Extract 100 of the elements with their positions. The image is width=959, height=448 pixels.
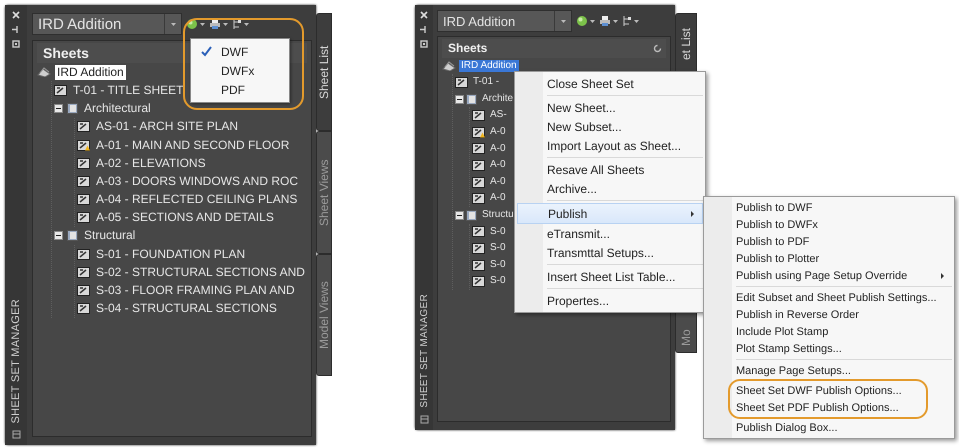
tree-item[interactable]: S-0 [488,242,508,255]
plot-button[interactable] [209,18,228,30]
tree-item[interactable]: Structural [82,228,138,244]
settings-icon[interactable] [12,40,20,48]
close-icon[interactable] [420,11,428,19]
sheet-icon [77,248,90,260]
refresh-icon[interactable] [653,44,662,53]
collapse-icon[interactable] [455,94,464,104]
menu-item[interactable]: Archive... [517,179,703,198]
tree-item[interactable]: A-05 - SECTIONS AND DETAILS [94,210,276,226]
tree-item[interactable]: A-0 [488,126,508,139]
menu-item[interactable]: DWFx [191,61,289,80]
menu-item[interactable]: Publish Dialog Box... [706,419,952,436]
tree-item[interactable]: S-0 [488,258,508,272]
menu-item[interactable]: New Subset... [517,117,703,136]
sheet-warning-icon [472,126,485,138]
menu-item[interactable]: Close Sheet Set [517,74,703,93]
tree-item[interactable]: Architectural [82,101,153,116]
tree-item[interactable]: A-0 [488,176,508,188]
manager-icon [12,430,20,439]
close-icon[interactable] [12,11,20,19]
tree-item[interactable]: AS-01 - ARCH SITE PLAN [94,119,240,134]
sheet-icon [472,276,485,288]
checkmark-icon [200,46,212,57]
menu-item[interactable]: Publish to DWFx [706,216,952,233]
sheet-icon [77,121,90,132]
side-tab[interactable]: Sheet List [316,13,332,131]
tree-item[interactable]: A-03 - DOORS WINDOWS AND ROC [94,174,300,189]
menu-item[interactable]: Insert Sheet List Table... [517,267,703,286]
menu-item[interactable]: PDF [191,80,289,99]
menu-item[interactable]: Sheet Set PDF Publish Options... [730,399,926,416]
tree-item[interactable]: Archite [480,92,516,106]
tree-item[interactable]: Structu [480,208,516,222]
globe-icon [576,15,588,27]
tree-item[interactable]: A-0 [488,142,508,156]
globe-icon [186,18,198,30]
settings-icon[interactable] [420,40,428,48]
tree-item[interactable]: S-02 - STRUCTURAL SECTIONS AND [94,264,307,280]
caret-icon [590,20,595,22]
tree-item[interactable]: AS- [488,109,509,122]
sheet-icon [472,260,485,271]
menu-item[interactable]: Include Plot Stamp [706,323,952,340]
menu-item[interactable]: Import Layout as Sheet... [517,136,703,155]
tree-item[interactable]: A-0 [488,159,508,172]
caret-icon [613,20,618,22]
tree-item[interactable]: S-0 [488,226,508,238]
menu-item[interactable]: Manage Page Setups... [706,362,952,379]
publish-format-button[interactable] [576,15,595,27]
menu-item[interactable]: Sheet Set DWF Publish Options... [730,382,926,399]
tree-item[interactable]: A-04 - REFLECTED CEILING PLANS [94,192,300,208]
menu-item[interactable]: DWF [191,42,289,61]
menu-item[interactable]: Publish to DWF [706,199,952,216]
sheet-set-dropdown[interactable]: IRD Addition [437,10,572,32]
menu-item[interactable]: Publish in Reverse Order [706,306,952,323]
collapse-icon[interactable] [54,231,63,240]
tree-item[interactable]: S-03 - FLOOR FRAMING PLAN AND [94,283,297,298]
tree-item[interactable]: IRD Addition [55,64,126,80]
panel-title: SHEET SET MANAGER [418,294,430,408]
menu-item[interactable]: Transmttal Setups... [517,243,703,262]
menu-item[interactable]: Edit Subset and Sheet Publish Settings... [706,289,952,306]
menu-item[interactable]: Publish using Page Setup Override [706,267,952,284]
tree-options-button[interactable] [622,15,639,27]
tree-item[interactable]: T-01 - [471,76,502,89]
sheet-icon [77,176,90,187]
tree-item[interactable]: IRD Addition [459,60,519,72]
tree-item[interactable]: A-0 [488,192,508,205]
folder-sheet-icon [67,230,78,242]
sheet-icon [472,226,485,238]
tree-item[interactable]: S-01 - FOUNDATION PLAN [94,246,248,262]
collapse-icon[interactable] [455,210,464,220]
tree-icon [232,18,242,30]
sheet-icon [472,143,485,154]
pin-icon[interactable] [12,26,20,33]
tree-item[interactable]: A-02 - ELEVATIONS [94,156,208,171]
menu-item[interactable]: eTransmit... [517,224,703,243]
sheet-icon [54,84,67,96]
tree-item[interactable]: T-01 - TITLE SHEET [71,82,186,98]
sheet-stack-icon [37,67,51,78]
tree-item[interactable]: S-0 [488,275,508,288]
sheet-set-dropdown[interactable]: IRD Addition [32,13,182,35]
menu-item[interactable]: Publish [517,203,703,224]
tree-item[interactable]: A-01 - MAIN AND SECOND FLOOR [94,138,292,153]
menu-item[interactable]: New Sheet... [517,98,703,117]
folder-sheet-icon [466,94,477,105]
tree-item[interactable]: S-04 - STRUCTURAL SECTIONS [94,301,279,316]
collapse-icon[interactable] [54,104,63,114]
sheet-icon [77,266,90,278]
menu-item[interactable]: Plot Stamp Settings... [706,340,952,357]
menu-item[interactable]: Resave All Sheets [517,160,703,179]
folder-sheet-icon [67,103,78,114]
menu-item[interactable]: Publish to Plotter [706,250,952,267]
pin-icon[interactable] [420,26,428,33]
tree-options-button[interactable] [232,18,249,30]
sheet-icon [472,193,485,204]
publish-format-button[interactable] [186,18,205,30]
printer-icon [599,15,611,27]
menu-item[interactable]: Publish to PDF [706,233,952,250]
menu-item[interactable]: Propertes... [517,291,703,310]
sheet-icon [455,76,468,88]
plot-button[interactable] [599,15,618,27]
